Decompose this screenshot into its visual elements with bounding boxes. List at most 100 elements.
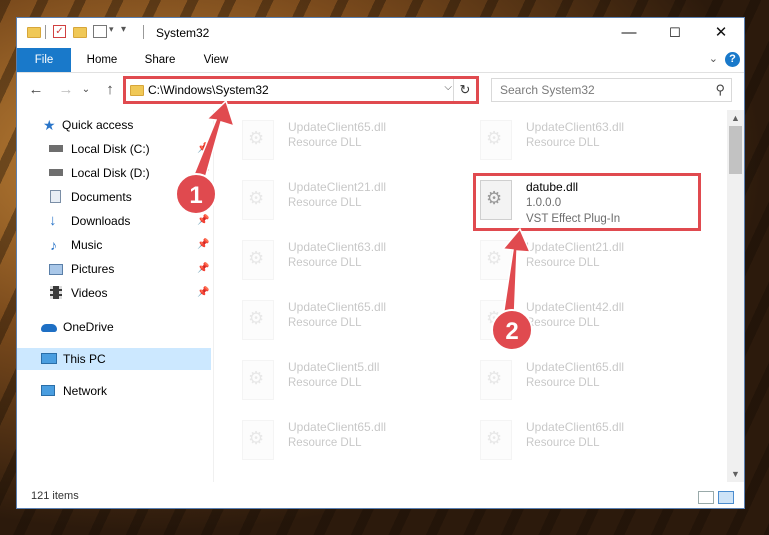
- file-type: Resource DLL: [288, 317, 362, 329]
- scroll-up-icon[interactable]: ▲: [727, 110, 744, 126]
- rename-icon[interactable]: [93, 25, 107, 38]
- gear-icon: ⚙: [486, 248, 503, 268]
- list-item[interactable]: ⚙ UpdateClient63.dll Resource DLL: [232, 234, 462, 290]
- drive-icon: [49, 145, 63, 152]
- file-type: Resource DLL: [526, 377, 600, 389]
- list-item[interactable]: ⚙ UpdateClient21.dll Resource DLL: [232, 174, 462, 230]
- list-item[interactable]: ⚙ UpdateClient65.dll Resource DLL: [470, 414, 700, 470]
- search-box[interactable]: Search System32 ⚲: [491, 78, 732, 102]
- large-icons-view-icon[interactable]: [718, 491, 734, 504]
- nav-item-onedrive[interactable]: OneDrive: [17, 316, 211, 338]
- music-icon: ♪: [50, 237, 57, 253]
- nav-item-label: Local Disk (C:): [71, 142, 150, 156]
- customize-qat-chevron-icon[interactable]: ▾: [109, 24, 114, 40]
- nav-item-downloads[interactable]: ↓ Downloads 📌: [17, 210, 211, 232]
- window-title: System32: [156, 26, 210, 40]
- title-bar: ✓ ▾ ▾ System32 — ☐ ✕: [17, 18, 744, 48]
- up-button[interactable]: ↑: [99, 80, 121, 100]
- file-type: Resource DLL: [288, 257, 362, 269]
- file-name: UpdateClient65.dll: [526, 420, 625, 434]
- file-name: UpdateClient63.dll: [288, 240, 387, 254]
- nav-item-label: OneDrive: [63, 320, 114, 334]
- minimize-button[interactable]: —: [606, 18, 652, 48]
- back-button[interactable]: ←: [25, 80, 47, 100]
- status-bar: 121 items: [17, 488, 744, 508]
- gear-icon: ⚙: [248, 428, 265, 448]
- navigation-pane: ★ Quick access Local Disk (C:) 📌 Local D…: [17, 110, 213, 482]
- file-type: Resource DLL: [526, 257, 600, 269]
- nav-item-label: Network: [63, 384, 108, 398]
- nav-item-label: Pictures: [71, 262, 115, 276]
- recent-locations-button[interactable]: ⌄: [79, 80, 93, 100]
- nav-item-label: Downloads: [71, 214, 131, 228]
- scroll-down-icon[interactable]: ▼: [727, 466, 744, 482]
- pc-icon: [41, 353, 57, 364]
- callout-badge-1: 1: [175, 173, 217, 215]
- nav-item-label: This PC: [63, 352, 106, 366]
- file-type: Resource DLL: [526, 437, 600, 449]
- list-item[interactable]: ⚙ UpdateClient21.dll Resource DLL: [470, 234, 700, 290]
- star-icon: ★: [43, 117, 56, 133]
- nav-item-quick-access[interactable]: ★ Quick access: [17, 114, 211, 136]
- tab-file[interactable]: File: [17, 48, 71, 72]
- file-name: UpdateClient65.dll: [288, 420, 387, 434]
- pictures-icon: [49, 264, 63, 275]
- pin-icon[interactable]: 📌: [197, 234, 209, 256]
- list-item[interactable]: ⚙ UpdateClient65.dll Resource DLL: [232, 294, 462, 350]
- properties-icon[interactable]: ✓: [53, 25, 66, 38]
- file-name: UpdateClient21.dll: [288, 180, 387, 194]
- new-folder-icon[interactable]: [73, 27, 87, 38]
- qat-dropdown-icon[interactable]: ▾: [121, 24, 126, 40]
- list-item[interactable]: ⚙ UpdateClient65.dll Resource DLL: [232, 414, 462, 470]
- file-explorer-window: ✓ ▾ ▾ System32 — ☐ ✕ File Home Share Vie…: [16, 17, 745, 509]
- separator: [143, 25, 144, 39]
- item-count: 121 items: [31, 490, 79, 502]
- nav-item-videos[interactable]: Videos 📌: [17, 282, 211, 304]
- tab-view[interactable]: View: [193, 48, 239, 72]
- documents-icon: [50, 190, 61, 203]
- file-name: UpdateClient63.dll: [526, 120, 625, 134]
- pin-icon[interactable]: 📌: [197, 282, 209, 304]
- tab-home[interactable]: Home: [79, 48, 125, 72]
- gear-icon: ⚙: [248, 188, 265, 208]
- gear-icon: ⚙: [486, 428, 503, 448]
- file-name: UpdateClient42.dll: [526, 300, 625, 314]
- list-item[interactable]: ⚙ UpdateClient63.dll Resource DLL: [470, 114, 700, 170]
- list-item[interactable]: ⚙ UpdateClient5.dll Resource DLL: [232, 354, 462, 410]
- nav-item-music[interactable]: ♪ Music 📌: [17, 234, 211, 256]
- help-icon[interactable]: ?: [725, 52, 740, 67]
- vertical-scrollbar[interactable]: ▲ ▼: [727, 110, 744, 482]
- list-item[interactable]: ⚙ UpdateClient65.dll Resource DLL: [470, 354, 700, 410]
- tab-share[interactable]: Share: [137, 48, 183, 72]
- nav-item-pictures[interactable]: Pictures 📌: [17, 258, 211, 280]
- nav-item-label: Quick access: [62, 118, 134, 132]
- details-view-icon[interactable]: [698, 491, 714, 504]
- list-item[interactable]: ⚙ UpdateClient65.dll Resource DLL: [232, 114, 462, 170]
- file-name: UpdateClient21.dll: [526, 240, 625, 254]
- gear-icon: ⚙: [248, 308, 265, 328]
- network-icon: [41, 385, 55, 396]
- nav-item-this-pc[interactable]: This PC: [17, 348, 211, 370]
- nav-item-label: Music: [71, 238, 103, 252]
- file-type: Resource DLL: [288, 437, 362, 449]
- file-type: Resource DLL: [526, 137, 600, 149]
- search-input[interactable]: Search System32: [500, 83, 595, 97]
- nav-item-local-disk-c[interactable]: Local Disk (C:) 📌: [17, 138, 211, 160]
- pin-icon[interactable]: 📌: [197, 138, 209, 160]
- gear-icon: ⚙: [486, 368, 503, 388]
- nav-item-network[interactable]: Network: [17, 380, 211, 402]
- close-button[interactable]: ✕: [698, 18, 744, 48]
- file-name: UpdateClient65.dll: [526, 360, 625, 374]
- expand-ribbon-chevron-icon[interactable]: ⌄: [709, 52, 718, 65]
- file-type: Resource DLL: [288, 197, 362, 209]
- pin-icon[interactable]: 📌: [197, 258, 209, 280]
- address-highlight-box: [123, 76, 479, 104]
- maximize-button[interactable]: ☐: [652, 18, 698, 48]
- nav-item-label: Videos: [71, 286, 108, 300]
- file-name: UpdateClient65.dll: [288, 300, 387, 314]
- nav-item-label: Local Disk (D:): [71, 166, 150, 180]
- forward-button[interactable]: →: [55, 80, 77, 100]
- nav-item-label: Documents: [71, 190, 132, 204]
- gear-icon: ⚙: [248, 128, 265, 148]
- scroll-thumb[interactable]: [729, 126, 742, 174]
